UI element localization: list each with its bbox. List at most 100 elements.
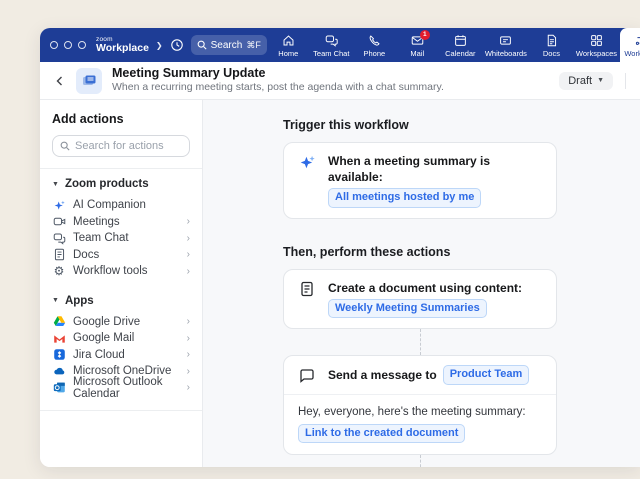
add-actions-sidebar: Add actions Search for actions ▼ Zoom pr… (40, 100, 203, 467)
logo-workplace-text: Workplace (96, 42, 149, 54)
document-icon (298, 280, 316, 297)
trigger-label: When a meeting summary is available: (328, 154, 491, 185)
sidebar-item-docs[interactable]: Docs › (52, 247, 190, 264)
status-badge: Draft (568, 74, 593, 87)
nav-item-workspaces[interactable]: Workspaces (573, 28, 620, 62)
sidebar-item-jira-cloud[interactable]: Jira Cloud › (52, 347, 190, 364)
document-content-chip[interactable]: Weekly Meeting Summaries (328, 298, 487, 319)
caret-down-icon: ▼ (52, 180, 59, 188)
message-body-text: Hey, everyone, here's the meeting summar… (298, 405, 526, 418)
sidebar-divider (40, 168, 202, 169)
chat-bubble-icon (298, 367, 316, 384)
nav-item-docs[interactable]: Docs (530, 28, 573, 62)
home-icon (283, 34, 294, 45)
sidebar-item-workflow-tools[interactable]: ⚙ Workflow tools › (52, 263, 190, 280)
workflow-header: Meeting Summary Update When a recurring … (40, 62, 640, 100)
sidebar-item-team-chat[interactable]: Team Chat › (52, 230, 190, 247)
zoom-workplace-logo: zoom Workplace (96, 36, 149, 54)
section-header-apps[interactable]: ▼ Apps (52, 295, 190, 307)
section-header-zoom-products[interactable]: ▼ Zoom products (52, 178, 190, 190)
workspaces-icon (591, 34, 602, 46)
window-minimize-button[interactable] (64, 41, 72, 49)
workflows-icon (635, 36, 640, 45)
status-dropdown[interactable]: Draft ▼ (559, 71, 613, 90)
chevron-right-icon: › (186, 249, 190, 261)
window-zoom-button[interactable] (78, 41, 86, 49)
chevron-right-icon: › (186, 316, 190, 328)
nav-item-mail[interactable]: 1 Mail (396, 28, 439, 62)
workflow-title: Meeting Summary Update (112, 65, 266, 80)
workflow-connector (419, 329, 421, 356)
global-search-input[interactable]: Search ⌘F (190, 35, 267, 55)
search-icon (60, 141, 70, 151)
message-body: Hey, everyone, here's the meeting summar… (284, 393, 556, 454)
create-document-card[interactable]: Create a document using content: Weekly … (283, 268, 557, 330)
chevron-left-icon (56, 76, 62, 85)
actions-search-placeholder: Search for actions (75, 140, 164, 152)
nav-item-whiteboards[interactable]: Whiteboards (482, 28, 530, 62)
window-controls[interactable] (50, 41, 86, 49)
chat-bubbles-icon (52, 232, 66, 245)
document-link-chip[interactable]: Link to the created document (298, 423, 466, 444)
message-recipient-chip[interactable]: Product Team (442, 365, 530, 385)
chevron-right-icon: › (186, 332, 190, 344)
actions-search-input[interactable]: Search for actions (52, 135, 190, 157)
app-window: zoom Workplace ❯ Search ⌘F Home Team Cha… (40, 28, 640, 467)
workflow-subtitle: When a recurring meeting starts, post th… (112, 81, 444, 94)
workflow-connector (419, 455, 421, 467)
trigger-heading: Trigger this workflow (283, 118, 409, 132)
search-icon (197, 40, 207, 50)
sidebar-item-google-mail[interactable]: Google Mail › (52, 330, 190, 347)
chevron-right-icon[interactable]: ❯ (156, 41, 163, 50)
chevron-right-icon: › (186, 265, 190, 277)
nav-item-team-chat[interactable]: Team Chat (310, 28, 353, 62)
send-message-card[interactable]: Send a message to Product Team Hey, ever… (283, 355, 557, 456)
trigger-card[interactable]: When a meeting summary is available: All… (283, 142, 557, 219)
caret-down-icon: ▼ (52, 297, 59, 304)
search-shortcut: ⌘F (246, 39, 261, 50)
gear-icon: ⚙ (53, 264, 65, 279)
sidebar-divider (40, 410, 202, 411)
onedrive-icon (52, 365, 66, 378)
document-icon (52, 248, 66, 261)
nav-item-calendar[interactable]: Calendar (439, 28, 482, 62)
back-button[interactable] (54, 75, 66, 87)
workflow-icon-thumbnail (76, 67, 102, 94)
calendar-icon (454, 34, 466, 46)
phone-icon (369, 34, 380, 46)
workflow-canvas: Trigger this workflow When a meeting sum… (203, 100, 640, 467)
create-document-label: Create a document using content: (328, 280, 523, 295)
chevron-right-icon: › (186, 365, 190, 377)
outlook-icon (52, 381, 66, 394)
nav-item-phone[interactable]: Phone (353, 28, 396, 62)
chevron-right-icon: › (186, 349, 190, 361)
ai-sparkle-icon (298, 153, 316, 171)
sidebar-item-microsoft-outlook-calendar[interactable]: Microsoft Outlook Calendar › (52, 376, 190, 400)
docs-icon (547, 34, 556, 46)
mail-unread-badge: 1 (419, 29, 430, 40)
jira-icon (52, 348, 66, 361)
send-message-label: Send a message to (328, 367, 437, 382)
sidebar-item-google-drive[interactable]: Google Drive › (52, 314, 190, 331)
actions-heading: Then, perform these actions (283, 244, 451, 259)
chevron-right-icon: › (186, 382, 190, 394)
chevron-down-icon: ▼ (597, 77, 604, 84)
nav-item-workflows-active[interactable]: Workflows (620, 28, 640, 62)
ai-sparkle-icon (52, 199, 66, 212)
chat-bubbles-icon (325, 35, 338, 47)
google-drive-icon (52, 315, 66, 328)
video-camera-icon (52, 215, 66, 228)
window-close-button[interactable] (50, 41, 58, 49)
workflow-title-block: Meeting Summary Update When a recurring … (112, 66, 444, 95)
top-navigation-bar: zoom Workplace ❯ Search ⌘F Home Team Cha… (40, 28, 640, 62)
main-nav: Home Team Chat Phone 1 Mail Calendar Whi… (267, 28, 640, 62)
nav-item-home[interactable]: Home (267, 28, 310, 62)
gmail-icon (52, 332, 66, 345)
sidebar-title: Add actions (52, 112, 124, 126)
whiteboard-icon (500, 35, 512, 45)
trigger-scope-chip[interactable]: All meetings hosted by me (328, 188, 482, 208)
sidebar-item-meetings[interactable]: Meetings › (52, 214, 190, 231)
history-clock-icon[interactable] (170, 38, 184, 52)
search-placeholder: Search (210, 39, 243, 51)
sidebar-item-ai-companion[interactable]: AI Companion (52, 197, 190, 214)
